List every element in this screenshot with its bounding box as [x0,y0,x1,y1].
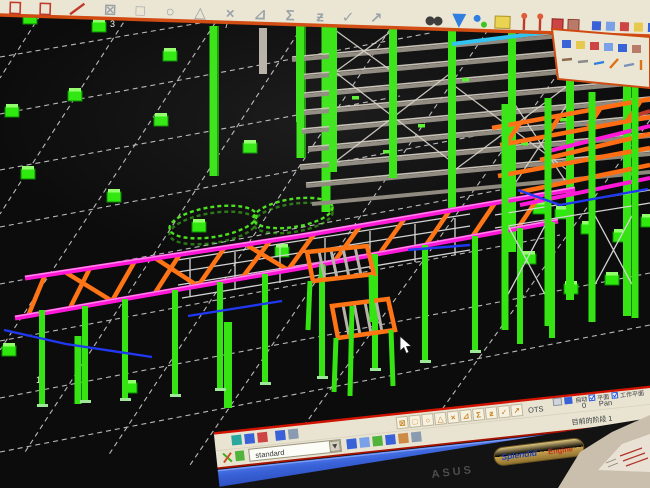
snap-glyph: ↗ [513,406,521,416]
cad-application-screen: 3 7 E 11 [0,0,650,488]
photographed-monitor: 3 7 E 11 [0,0,650,488]
snap-mini-icon[interactable] [275,430,286,441]
snap-glyph: ⊠ [398,418,406,428]
plane-icon[interactable] [564,397,573,405]
snap-mini-icon[interactable] [257,432,268,443]
snap-glyph: ⊿ [462,411,470,421]
snap-mini-icon[interactable] [244,433,255,444]
snap-mini-icon[interactable] [231,435,242,446]
snap-mini-icon[interactable] [288,428,299,439]
status-ots: OTS [528,404,544,415]
depth-icon[interactable] [553,398,562,406]
plane-label: 平面 [597,394,610,402]
snap-glyph: ✓ [500,407,508,417]
